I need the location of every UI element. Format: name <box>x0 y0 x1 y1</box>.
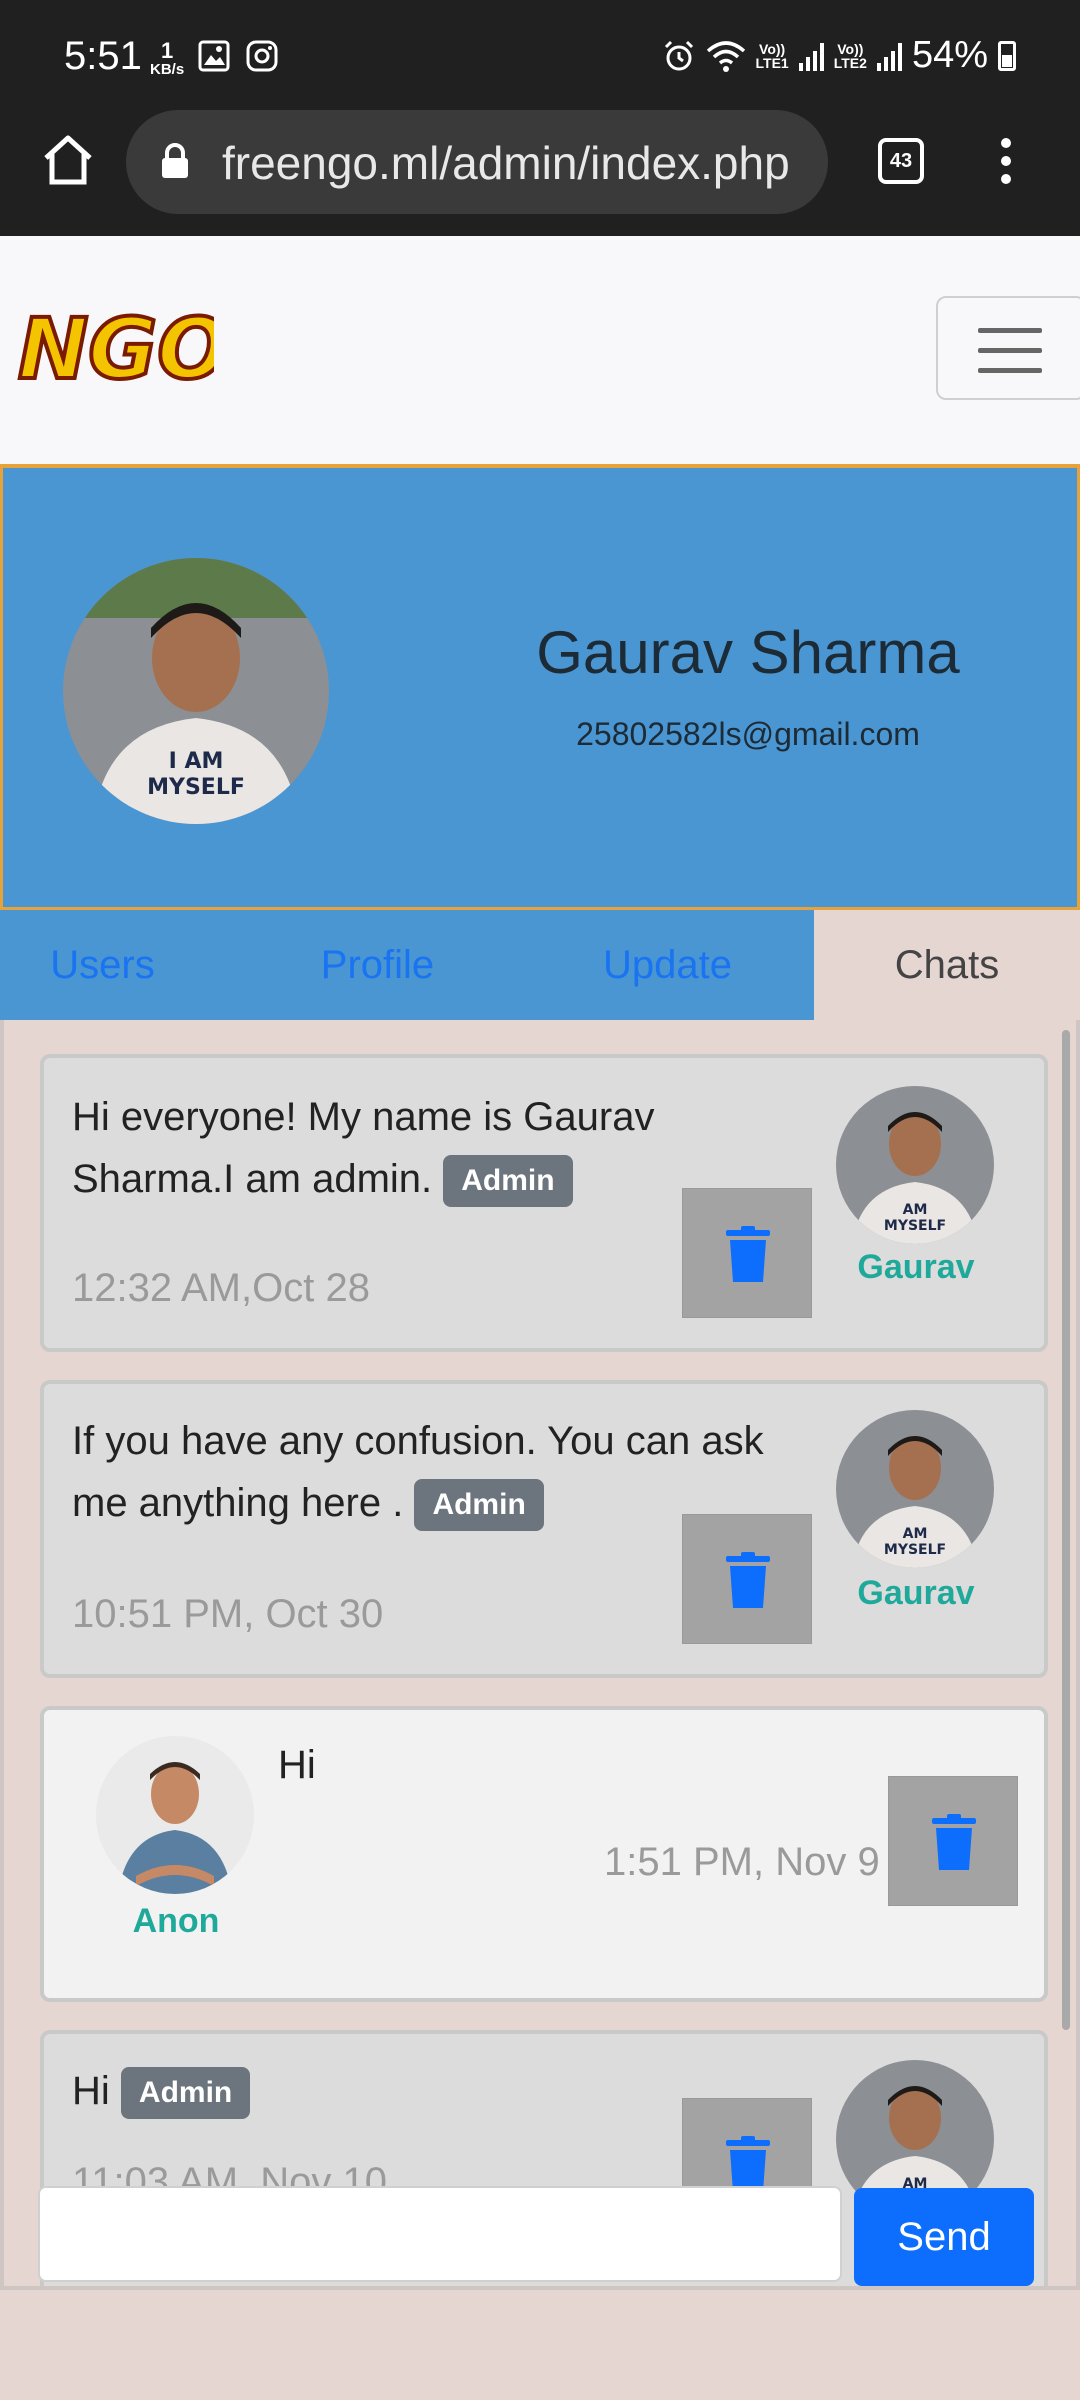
chat-area[interactable]: Hi everyone! My name is Gaurav Sharma.I … <box>0 1020 1080 2290</box>
network-speed: 1 KB/s <box>150 40 184 78</box>
profile-header: I AM MYSELF Gaurav Sharma 25802582ls@gma… <box>0 468 1080 910</box>
message-time: 12:32 AM,Oct 28 <box>72 1266 370 1310</box>
message-text: Hi <box>278 1743 316 1787</box>
admin-badge: Admin <box>414 1479 544 1532</box>
chat-message: Anon Hi 1:51 PM, Nov 9 <box>40 1706 1048 2002</box>
chat-scrollbar[interactable] <box>1062 1030 1070 2030</box>
wifi-icon <box>706 40 745 72</box>
sender-name: Gaurav <box>857 1248 975 1286</box>
home-icon[interactable] <box>38 130 98 190</box>
trash-icon <box>726 1226 770 1282</box>
svg-text:MYSELF: MYSELF <box>884 1542 946 1558</box>
svg-text:AM: AM <box>903 1526 928 1542</box>
svg-text:NGO: NGO <box>18 300 214 398</box>
address-bar[interactable]: freengo.ml/admin/index.php <box>126 110 828 214</box>
url-text[interactable]: freengo.ml/admin/index.php <box>222 136 790 190</box>
alarm-icon <box>664 40 693 70</box>
tab-profile[interactable]: Profile <box>270 910 485 1020</box>
more-options-icon[interactable] <box>998 138 1014 188</box>
battery-icon <box>998 40 1016 71</box>
svg-text:MYSELF: MYSELF <box>884 1218 946 1234</box>
admin-badge: Admin <box>443 1155 573 1208</box>
lock-icon <box>162 143 188 178</box>
sender-avatar <box>96 1736 254 1894</box>
profile-avatar: I AM MYSELF <box>63 558 329 824</box>
sender-avatar: AMMYSELF <box>836 1086 994 1244</box>
trash-icon <box>932 1814 976 1870</box>
send-button[interactable]: Send <box>854 2188 1034 2286</box>
sim1-label: Vo)) LTE1 <box>755 40 789 71</box>
gallery-icon <box>198 40 230 72</box>
svg-text:MYSELF: MYSELF <box>147 775 245 800</box>
sim2-label: Vo)) LTE2 <box>833 40 867 71</box>
sender-avatar: AMMYSELF <box>836 1410 994 1568</box>
tab-users[interactable]: Users <box>0 910 205 1020</box>
network-speed-value: 1 <box>160 38 174 63</box>
trash-icon <box>726 1552 770 1608</box>
status-bar: 5:51 1 KB/s Vo)) LTE1 Vo)) LTE2 54% <box>0 0 1080 110</box>
status-time: 5:51 <box>64 34 142 78</box>
admin-badge: Admin <box>120 2067 251 2120</box>
message-text-wrap: Hi Admin <box>72 2060 712 2122</box>
message-text-wrap: Hi everyone! My name is Gaurav Sharma.I … <box>72 1086 712 1210</box>
tab-update[interactable]: Update <box>560 910 775 1020</box>
chat-message: If you have any confusion. You can ask m… <box>40 1380 1048 1678</box>
tab-switcher-button[interactable]: 43 <box>878 138 924 184</box>
message-time: 1:51 PM, Nov 9 <box>604 1840 880 1884</box>
message-time: 10:51 PM, Oct 30 <box>72 1592 384 1636</box>
svg-text:AM: AM <box>903 1202 928 1218</box>
svg-text:I AM: I AM <box>169 749 224 774</box>
chat-message-input[interactable] <box>38 2186 842 2282</box>
status-right: Vo)) LTE1 Vo)) LTE2 54% <box>662 34 1016 77</box>
delete-message-button[interactable] <box>888 1776 1018 1906</box>
profile-tabs: Users Profile Update Chats <box>0 910 1080 1020</box>
battery-percent: 54% <box>911 34 988 76</box>
browser-toolbar: freengo.ml/admin/index.php 43 <box>0 110 1080 236</box>
tab-chats[interactable]: Chats <box>814 910 1080 1020</box>
trash-icon <box>726 2136 770 2192</box>
menu-toggle-button[interactable] <box>936 296 1080 400</box>
ngo-logo[interactable]: NGO <box>14 298 214 398</box>
message-text: Hi <box>72 2069 110 2113</box>
delete-message-button[interactable] <box>682 1514 812 1644</box>
delete-message-button[interactable] <box>682 1188 812 1318</box>
network-speed-unit: KB/s <box>150 61 185 78</box>
sender-name: Gaurav <box>857 1574 975 1612</box>
signal2-icon <box>876 41 902 71</box>
profile-name: Gaurav Sharma <box>536 619 960 686</box>
instagram-icon <box>246 40 278 72</box>
chat-message: Hi everyone! My name is Gaurav Sharma.I … <box>40 1054 1048 1352</box>
sender-name: Anon <box>132 1902 220 1940</box>
site-navbar: NGO <box>0 236 1080 468</box>
profile-email: 25802582ls@gmail.com <box>576 716 920 752</box>
signal1-icon <box>798 41 824 71</box>
